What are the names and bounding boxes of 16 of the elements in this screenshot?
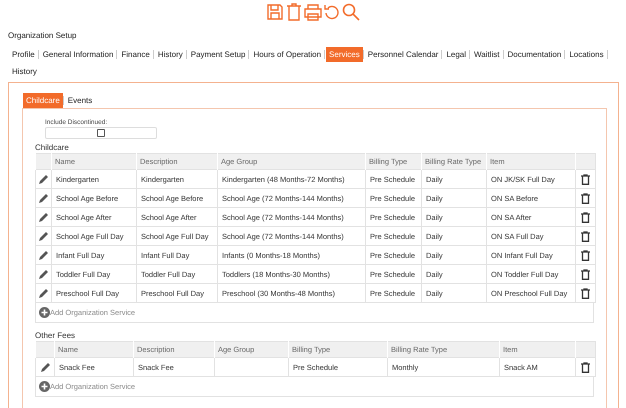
- page-title: Organization Setup: [8, 31, 78, 40]
- tab[interactable]: Profile: [9, 47, 38, 62]
- tab[interactable]: Events: [64, 93, 96, 108]
- tab[interactable]: General Information: [40, 47, 116, 62]
- tab[interactable]: Finance: [118, 47, 153, 62]
- tab[interactable]: History: [9, 64, 40, 79]
- tab[interactable]: Waitlist: [471, 47, 503, 62]
- tab[interactable]: Locations: [566, 47, 607, 62]
- tab[interactable]: History: [154, 47, 186, 62]
- tab[interactable]: Personnel Calendar: [364, 47, 442, 62]
- tab[interactable]: Payment Setup: [188, 47, 248, 62]
- tab[interactable]: Documentation: [504, 47, 564, 62]
- tab[interactable]: Legal: [443, 47, 470, 62]
- section-title: Other Fees: [35, 330, 76, 341]
- tab[interactable]: Hours of Operation: [250, 47, 324, 62]
- section-title: Childcare: [35, 142, 70, 153]
